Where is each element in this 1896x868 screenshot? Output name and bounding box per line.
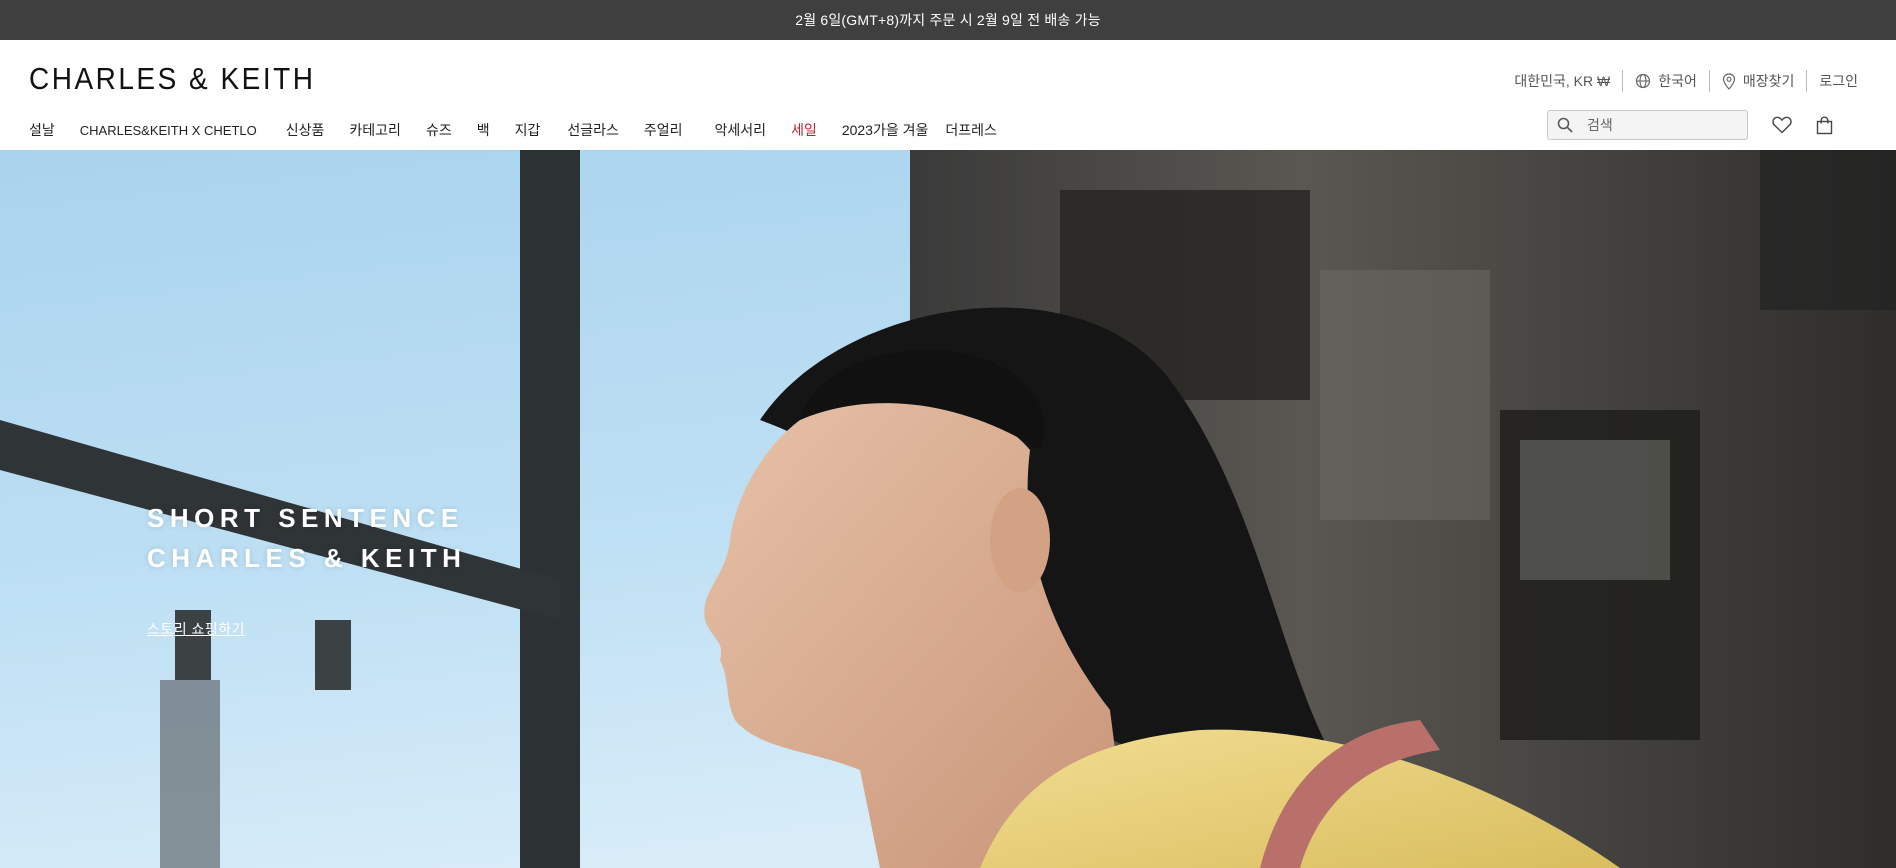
nav-item-the-press[interactable]: 더프레스 (945, 120, 997, 140)
nav-item-new-arrivals[interactable]: 신상품 (286, 120, 325, 140)
nav-item-wallets[interactable]: 지갑 (515, 120, 541, 140)
nav-item-sunglasses[interactable]: 선글라스 (567, 120, 619, 140)
promo-text: 2월 6일(GMT+8)까지 주문 시 2월 9일 전 배송 가능 (795, 12, 1101, 28)
store-locator-label: 매장찾기 (1742, 73, 1795, 89)
shopping-bag-icon (1816, 115, 1832, 134)
nav-item-seollal[interactable]: 설날 (29, 120, 55, 140)
search-input[interactable] (1587, 117, 1737, 133)
region-label: 대한민국, KR ₩ (1514, 73, 1611, 89)
nav-item-categories[interactable]: 카테고리 (349, 120, 401, 140)
globe-icon (1636, 73, 1651, 89)
heart-icon (1772, 116, 1792, 134)
nav-item-collab[interactable]: CHARLES&KEITH X CHETLO (80, 123, 257, 138)
store-locator-link[interactable]: 매장찾기 (1710, 70, 1807, 92)
language-label: 한국어 (1658, 73, 1697, 89)
login-label: 로그인 (1819, 73, 1858, 89)
brand-logo[interactable]: CHARLES & KEITH (29, 62, 315, 97)
shopping-bag-button[interactable] (1812, 113, 1836, 137)
region-selector[interactable]: 대한민국, KR ₩ (1502, 70, 1622, 92)
main-navigation: 설날 CHARLES&KEITH X CHETLO 신상품 카테고리 슈즈 백 … (29, 120, 1022, 140)
shop-story-link[interactable]: 스토리 쇼핑하기 (147, 619, 245, 639)
nav-item-bags[interactable]: 백 (477, 120, 490, 140)
hero-title-line-1: SHORT SENTENCE (147, 503, 464, 533)
nav-item-fall-winter[interactable]: 2023가을 겨울 (842, 120, 929, 140)
login-link[interactable]: 로그인 (1807, 70, 1858, 92)
wishlist-button[interactable] (1770, 113, 1794, 137)
nav-item-jewellery[interactable]: 주얼리 (644, 120, 683, 140)
site-header: CHARLES & KEITH 대한민국, KR ₩ 한국어 매장찾기 로그인 (0, 40, 1896, 150)
hero-title: SHORT SENTENCE CHARLES & KEITH (147, 498, 466, 578)
location-pin-icon (1722, 72, 1735, 90)
nav-item-shoes[interactable]: 슈즈 (426, 120, 452, 140)
hero-title-line-2: CHARLES & KEITH (147, 543, 467, 573)
language-selector[interactable]: 한국어 (1623, 70, 1709, 92)
nav-item-sale[interactable]: 세일 (791, 120, 817, 140)
nav-item-accessories[interactable]: 악세서리 (715, 120, 767, 140)
promo-banner: 2월 6일(GMT+8)까지 주문 시 2월 9일 전 배송 가능 (0, 0, 1896, 40)
hero-banner[interactable]: SHORT SENTENCE CHARLES & KEITH 스토리 쇼핑하기 (0, 150, 1896, 868)
utility-nav: 대한민국, KR ₩ 한국어 매장찾기 로그인 (1502, 70, 1858, 92)
search-icon[interactable] (1557, 117, 1573, 133)
search-bar[interactable] (1547, 110, 1748, 140)
